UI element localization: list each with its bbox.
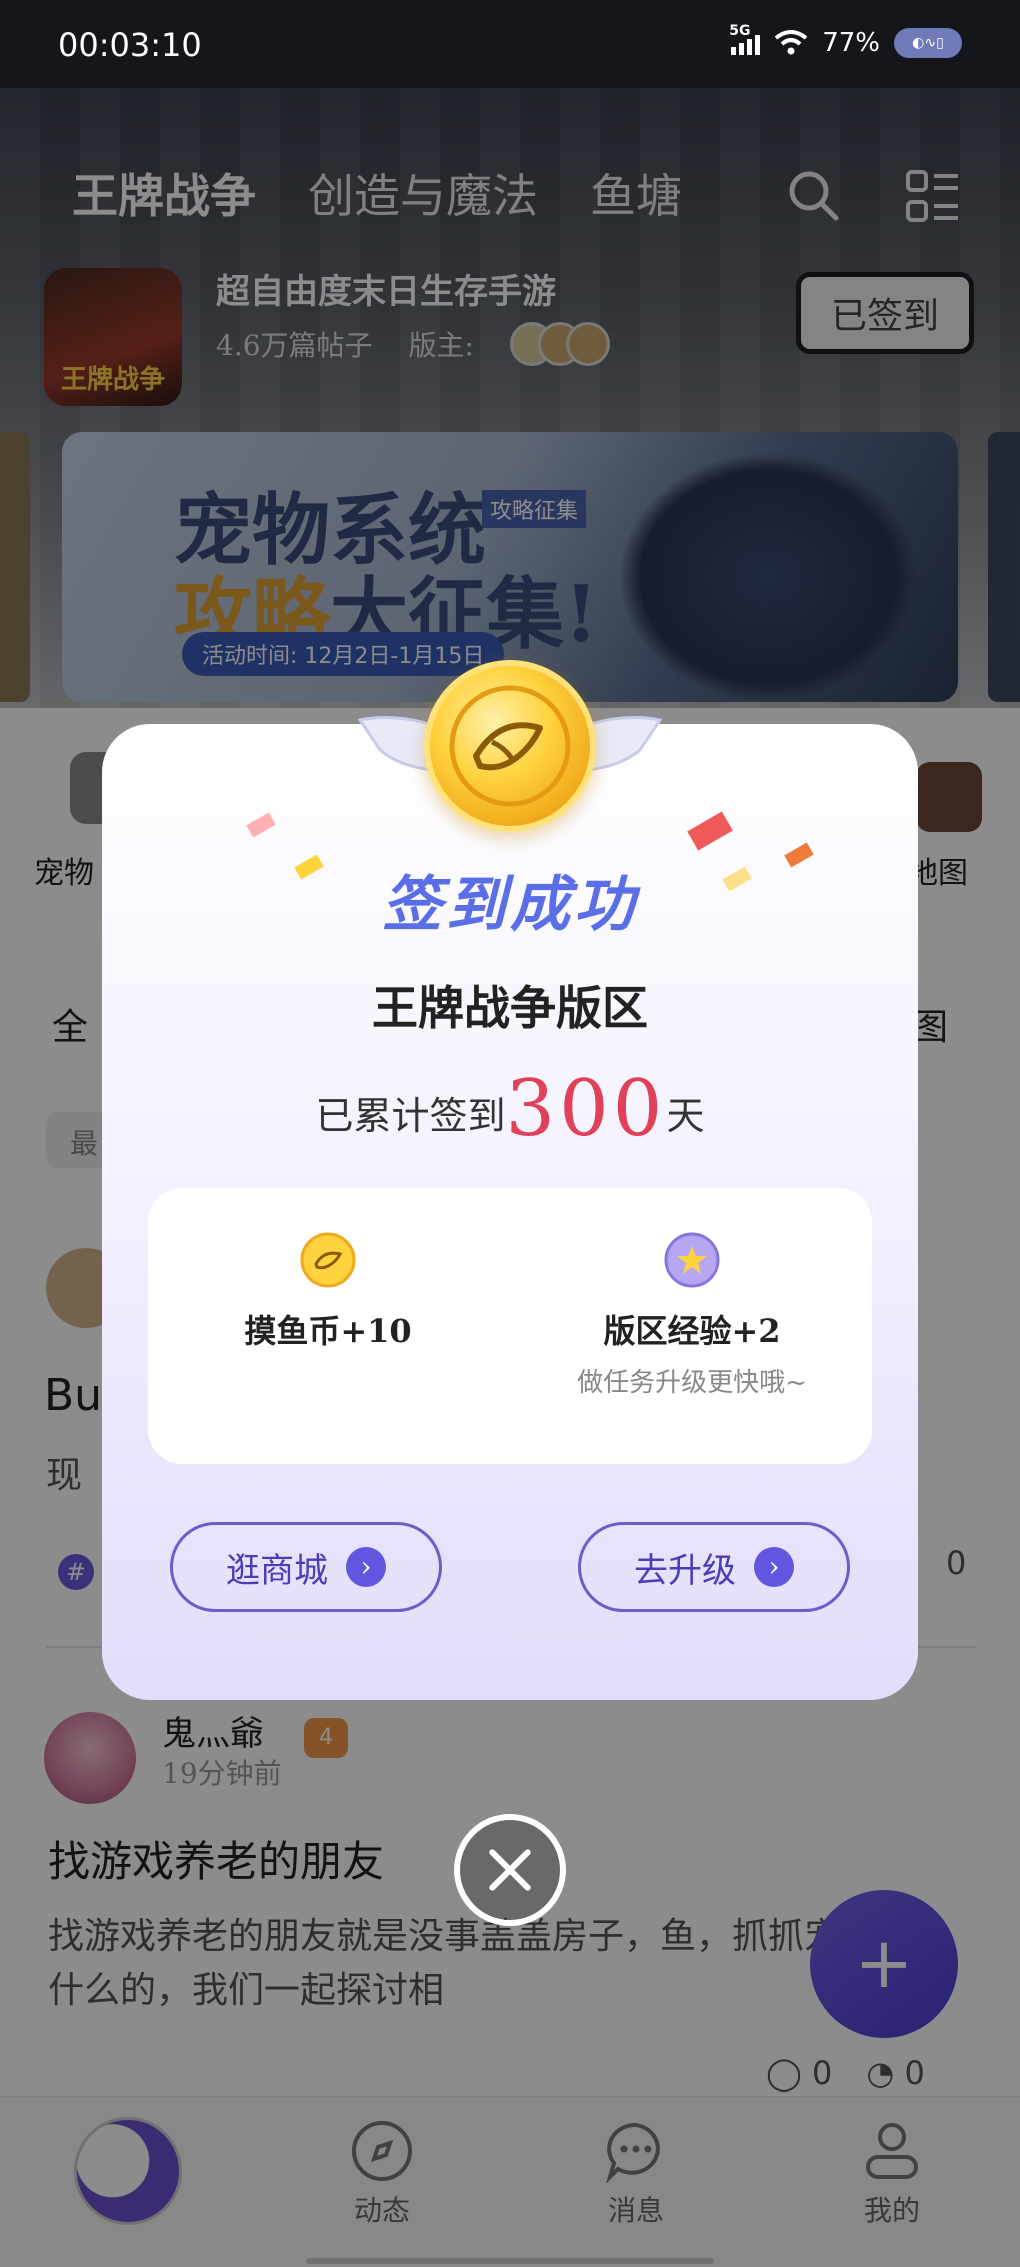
- arrow-right-icon: ›: [754, 1547, 794, 1587]
- rewards-card: 摸鱼币+10 版区经验+2 做任务升级更快哦~: [148, 1188, 872, 1464]
- wifi-icon: [774, 30, 808, 55]
- star-badge-icon: [664, 1232, 720, 1288]
- streak-text: 已累计签到300天: [315, 1064, 705, 1154]
- signal-icon: 5G: [729, 23, 761, 55]
- arrow-right-icon: ›: [346, 1547, 386, 1587]
- fish-coin-icon: [300, 1232, 356, 1288]
- streak-days: 300: [505, 1064, 667, 1154]
- fish-coin-icon: [424, 660, 596, 832]
- network-type: 5G: [729, 23, 751, 39]
- reward-experience: 版区经验+2 做任务升级更快哦~: [522, 1232, 862, 1399]
- reward-coins: 摸鱼币+10: [158, 1232, 498, 1352]
- battery-icon: ◐∿▯: [894, 28, 962, 58]
- status-time: 00:03:10: [58, 26, 202, 64]
- shop-button[interactable]: 逛商城 ›: [170, 1522, 442, 1612]
- battery-percent: 77%: [822, 28, 880, 58]
- status-bar: 00:03:10 5G 77% ◐∿▯: [0, 0, 1020, 88]
- upgrade-button[interactable]: 去升级 ›: [578, 1522, 850, 1612]
- forum-section-title: 王牌战争版区: [372, 981, 648, 1035]
- checkin-success-title: 签到成功: [382, 870, 638, 940]
- close-icon[interactable]: [454, 1814, 566, 1926]
